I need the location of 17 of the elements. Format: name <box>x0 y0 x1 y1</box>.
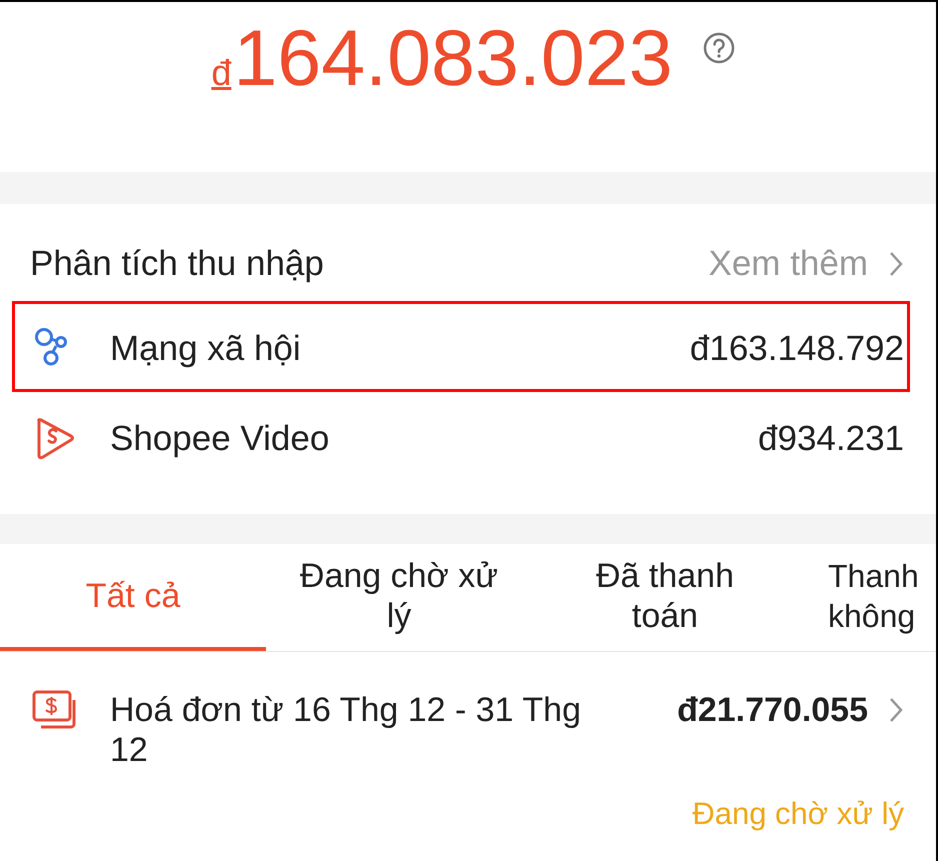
chevron-right-icon <box>888 250 904 278</box>
source-amount: đ934.231 <box>758 419 904 459</box>
chevron-right-icon <box>888 696 904 724</box>
invoice-amount: đ21.770.055 <box>677 690 868 730</box>
tab[interactable]: Thanh không <box>798 544 934 651</box>
tab[interactable]: Tất cả <box>0 544 266 651</box>
source-label: Shopee Video <box>110 419 330 459</box>
section-title: Phân tích thu nhập <box>30 244 324 284</box>
tab[interactable]: Đang chờ xử lý <box>266 544 532 651</box>
tab[interactable]: Đã thanh toán <box>532 544 798 651</box>
invoice-status: Đang chờ xử lý <box>691 796 904 832</box>
help-icon <box>702 32 735 64</box>
source-amount: đ163.148.792 <box>690 329 904 369</box>
invoice-title: Hoá đơn từ 16 Thg 12 - 31 Thg 12 <box>110 690 582 770</box>
currency-symbol: đ <box>211 52 232 94</box>
source-label: Mạng xã hội <box>110 329 302 369</box>
balance-amount: 164.083.023 <box>233 12 673 104</box>
